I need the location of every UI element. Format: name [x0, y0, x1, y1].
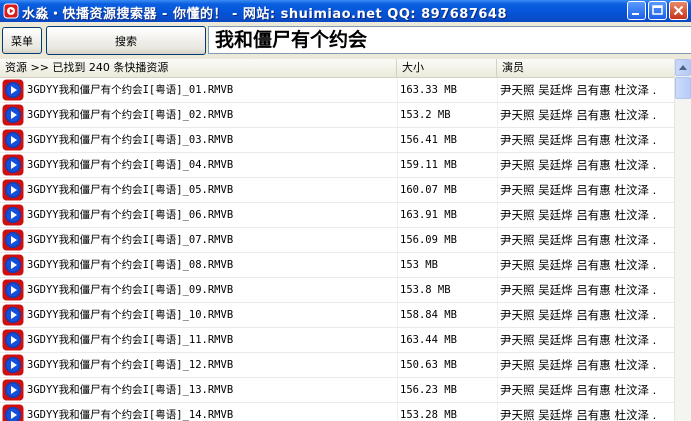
table-row[interactable]: 3GDYY我和僵尸有个约会I[粤语]_06.RMVB 163.91 MB 尹天照 吴… [0, 203, 674, 228]
close-icon [673, 5, 684, 16]
cast-list: 尹天照 吴廷烨 吕有惠 杜汶泽 . [500, 333, 657, 347]
menu-button[interactable]: 菜单 [2, 27, 42, 54]
resource-name: 3GDYY我和僵尸有个约会I[粤语]_14.RMVB [27, 409, 234, 421]
list-header: 资源 >> 已找到 240 条快播资源 大小 演员 [0, 59, 674, 78]
table-row[interactable]: 3GDYY我和僵尸有个约会I[粤语]_03.RMVB 156.41 MB 尹天照 吴… [0, 128, 674, 153]
resource-name: 3GDYY我和僵尸有个约会I[粤语]_09.RMVB [27, 284, 234, 296]
kuaibo-play-icon [2, 104, 24, 126]
column-header-resource[interactable]: 资源 >> 已找到 240 条快播资源 [0, 59, 397, 77]
search-input[interactable]: 我和僵尸有个约会 [208, 26, 691, 54]
scroll-up-button[interactable] [675, 59, 691, 76]
scroll-thumb[interactable] [675, 77, 691, 99]
kuaibo-play-icon [2, 354, 24, 376]
cast-list: 尹天照 吴廷烨 吕有惠 杜汶泽 . [500, 408, 657, 421]
cast-list: 尹天照 吴廷烨 吕有惠 杜汶泽 . [500, 208, 657, 222]
file-size: 156.41 MB [400, 134, 457, 146]
table-row[interactable]: 3GDYY我和僵尸有个约会I[粤语]_14.RMVB 153.28 MB 尹天照 吴… [0, 403, 674, 421]
kuaibo-play-icon [2, 79, 24, 101]
table-row[interactable]: 3GDYY我和僵尸有个约会I[粤语]_10.RMVB 158.84 MB 尹天照 吴… [0, 303, 674, 328]
table-row[interactable]: 3GDYY我和僵尸有个约会I[粤语]_13.RMVB 156.23 MB 尹天照 吴… [0, 378, 674, 403]
maximize-icon [652, 5, 663, 15]
title-bar[interactable]: 水淼・快播资源搜索器 - 你懂的！ - 网站: shuimiao.net QQ:… [0, 0, 691, 22]
kuaibo-play-icon [2, 379, 24, 401]
resource-name: 3GDYY我和僵尸有个约会I[粤语]_05.RMVB [27, 184, 234, 196]
file-size: 153 MB [400, 259, 438, 271]
file-size: 156.23 MB [400, 384, 457, 396]
resource-name: 3GDYY我和僵尸有个约会I[粤语]_02.RMVB [27, 109, 234, 121]
scroll-up-icon [679, 65, 687, 70]
cast-list: 尹天照 吴廷烨 吕有惠 杜汶泽 . [500, 158, 657, 172]
resource-name: 3GDYY我和僵尸有个约会I[粤语]_01.RMVB [27, 84, 234, 96]
table-row[interactable]: 3GDYY我和僵尸有个约会I[粤语]_12.RMVB 150.63 MB 尹天照 吴… [0, 353, 674, 378]
minimize-icon [632, 13, 639, 15]
table-row[interactable]: 3GDYY我和僵尸有个约会I[粤语]_05.RMVB 160.07 MB 尹天照 吴… [0, 178, 674, 203]
cast-list: 尹天照 吴廷烨 吕有惠 杜汶泽 . [500, 108, 657, 122]
cast-list: 尹天照 吴廷烨 吕有惠 杜汶泽 . [500, 183, 657, 197]
table-row[interactable]: 3GDYY我和僵尸有个约会I[粤语]_02.RMVB 153.2 MB 尹天照 吴廷… [0, 103, 674, 128]
file-size: 160.07 MB [400, 184, 457, 196]
resource-name: 3GDYY我和僵尸有个约会I[粤语]_06.RMVB [27, 209, 234, 221]
file-size: 153.8 MB [400, 284, 451, 296]
table-row[interactable]: 3GDYY我和僵尸有个约会I[粤语]_09.RMVB 153.8 MB 尹天照 吴廷… [0, 278, 674, 303]
kuaibo-play-icon [2, 229, 24, 251]
resource-name: 3GDYY我和僵尸有个约会I[粤语]_11.RMVB [27, 334, 234, 346]
file-size: 156.09 MB [400, 234, 457, 246]
resource-name: 3GDYY我和僵尸有个约会I[粤语]_08.RMVB [27, 259, 234, 271]
close-button[interactable] [669, 1, 688, 20]
cast-list: 尹天照 吴廷烨 吕有惠 杜汶泽 . [500, 283, 657, 297]
file-size: 163.44 MB [400, 334, 457, 346]
table-row[interactable]: 3GDYY我和僵尸有个约会I[粤语]_07.RMVB 156.09 MB 尹天照 吴… [0, 228, 674, 253]
resource-name: 3GDYY我和僵尸有个约会I[粤语]_03.RMVB [27, 134, 234, 146]
kuaibo-play-icon [2, 154, 24, 176]
table-row[interactable]: 3GDYY我和僵尸有个约会I[粤语]_04.RMVB 159.11 MB 尹天照 吴… [0, 153, 674, 178]
cast-list: 尹天照 吴廷烨 吕有惠 杜汶泽 . [500, 83, 657, 97]
cast-list: 尹天照 吴廷烨 吕有惠 杜汶泽 . [500, 383, 657, 397]
file-size: 163.91 MB [400, 209, 457, 221]
kuaibo-play-icon [2, 404, 24, 421]
kuaibo-play-icon [2, 129, 24, 151]
window-title: 水淼・快播资源搜索器 - 你懂的！ - 网站: shuimiao.net QQ:… [22, 7, 508, 22]
kuaibo-play-icon [2, 254, 24, 276]
column-header-cast[interactable]: 演员 [497, 59, 674, 77]
kuaibo-play-icon [2, 204, 24, 226]
vertical-scrollbar[interactable] [674, 59, 691, 421]
cast-list: 尹天照 吴廷烨 吕有惠 杜汶泽 . [500, 233, 657, 247]
app-logo-icon [3, 3, 19, 19]
minimize-button[interactable] [627, 1, 646, 20]
resource-name: 3GDYY我和僵尸有个约会I[粤语]_04.RMVB [27, 159, 234, 171]
table-row[interactable]: 3GDYY我和僵尸有个约会I[粤语]_08.RMVB 153 MB 尹天照 吴廷烨 … [0, 253, 674, 278]
cast-list: 尹天照 吴廷烨 吕有惠 杜汶泽 . [500, 308, 657, 322]
kuaibo-play-icon [2, 329, 24, 351]
results-list[interactable]: 资源 >> 已找到 240 条快播资源 大小 演员 3GDYY我和僵尸有个约会I… [0, 59, 691, 421]
file-size: 158.84 MB [400, 309, 457, 321]
resource-name: 3GDYY我和僵尸有个约会I[粤语]_10.RMVB [27, 309, 234, 321]
file-size: 159.11 MB [400, 159, 457, 171]
file-size: 153.28 MB [400, 409, 457, 421]
table-row[interactable]: 3GDYY我和僵尸有个约会I[粤语]_01.RMVB 163.33 MB 尹天照 吴… [0, 78, 674, 103]
file-size: 153.2 MB [400, 109, 451, 121]
resource-name: 3GDYY我和僵尸有个约会I[粤语]_12.RMVB [27, 359, 234, 371]
maximize-button[interactable] [648, 1, 667, 20]
cast-list: 尹天照 吴廷烨 吕有惠 杜汶泽 . [500, 358, 657, 372]
kuaibo-play-icon [2, 279, 24, 301]
table-row[interactable]: 3GDYY我和僵尸有个约会I[粤语]_11.RMVB 163.44 MB 尹天照 吴… [0, 328, 674, 353]
file-size: 150.63 MB [400, 359, 457, 371]
kuaibo-play-icon [2, 179, 24, 201]
list-rows: 3GDYY我和僵尸有个约会I[粤语]_01.RMVB 163.33 MB 尹天照 吴… [0, 78, 674, 421]
column-header-size[interactable]: 大小 [397, 59, 497, 77]
cast-list: 尹天照 吴廷烨 吕有惠 杜汶泽 . [500, 133, 657, 147]
resource-name: 3GDYY我和僵尸有个约会I[粤语]_13.RMVB [27, 384, 234, 396]
resource-name: 3GDYY我和僵尸有个约会I[粤语]_07.RMVB [27, 234, 234, 246]
cast-list: 尹天照 吴廷烨 吕有惠 杜汶泽 . [500, 258, 657, 272]
file-size: 163.33 MB [400, 84, 457, 96]
kuaibo-play-icon [2, 304, 24, 326]
search-button[interactable]: 搜索 [46, 26, 206, 55]
